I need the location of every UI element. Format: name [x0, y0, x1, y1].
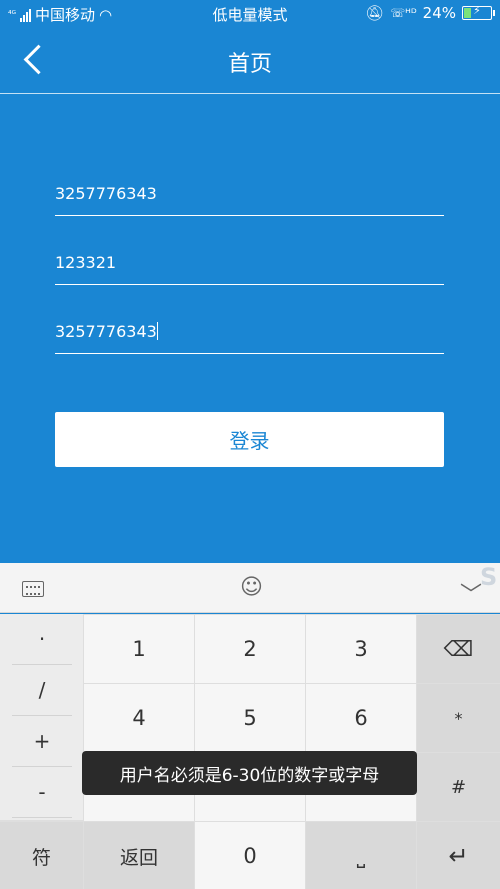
- key-1[interactable]: 1: [84, 615, 194, 683]
- smile-icon[interactable]: ☺: [240, 575, 263, 600]
- username-field[interactable]: 3257776343: [55, 176, 444, 216]
- keyboard-toolbar: ☺ ﹀: [0, 563, 500, 613]
- star-key[interactable]: *: [417, 684, 500, 752]
- username-value: 3257776343: [55, 184, 157, 203]
- space-key[interactable]: ⎵: [306, 822, 416, 889]
- hd-call-icon: ☏ᴴᴰ: [390, 6, 417, 20]
- collapse-icon[interactable]: ﹀: [460, 577, 482, 609]
- battery-percent: 24%: [422, 4, 456, 22]
- enter-key[interactable]: ↵: [417, 822, 500, 889]
- key-4[interactable]: 4: [84, 684, 194, 752]
- symbol-column: · / + -: [0, 614, 83, 820]
- backspace-icon: ⌫: [443, 637, 474, 661]
- plus-key[interactable]: +: [12, 716, 72, 767]
- password-field[interactable]: 123321: [55, 245, 444, 285]
- dot-key[interactable]: ·: [12, 614, 72, 665]
- keyboard-logo-icon: S: [480, 563, 498, 591]
- status-right: 🔕︎ ☏ᴴᴰ 24% ⚡︎: [365, 4, 495, 22]
- validation-toast: 用户名必须是6-30位的数字或字母: [82, 751, 417, 795]
- hash-key[interactable]: #: [417, 753, 500, 821]
- third-field[interactable]: 3257776343: [55, 314, 444, 354]
- page-title: 首页: [227, 52, 272, 77]
- key-2[interactable]: 2: [195, 615, 305, 683]
- toast-message: 用户名必须是6-30位的数字或字母: [119, 765, 380, 786]
- key-3[interactable]: 3: [306, 615, 416, 683]
- battery-icon: ⚡︎: [462, 4, 495, 20]
- charging-bolt-icon: ⚡︎: [473, 4, 481, 17]
- password-value: 123321: [55, 253, 117, 272]
- third-field-value: 3257776343: [55, 322, 157, 341]
- enter-icon: ↵: [448, 842, 469, 870]
- key-0[interactable]: 0: [195, 822, 305, 889]
- space-icon: ⎵: [356, 843, 366, 868]
- key-5[interactable]: 5: [195, 684, 305, 752]
- mute-bell-icon: 🔕︎: [365, 4, 385, 22]
- symbols-key[interactable]: 符: [0, 822, 83, 889]
- login-button[interactable]: 登录: [55, 412, 444, 467]
- app-header: 首页: [0, 28, 500, 94]
- status-bar: ⁴ᴳ 中国移动 ◠ 低电量模式 🔕︎ ☏ᴴᴰ 24% ⚡︎: [0, 0, 500, 28]
- keyboard-icon[interactable]: [22, 581, 44, 597]
- delete-key[interactable]: ⌫: [417, 615, 500, 683]
- key-6[interactable]: 6: [306, 684, 416, 752]
- slash-key[interactable]: /: [12, 665, 72, 716]
- return-key[interactable]: 返回: [84, 822, 194, 889]
- minus-key[interactable]: -: [12, 767, 72, 818]
- text-caret: [156, 322, 158, 340]
